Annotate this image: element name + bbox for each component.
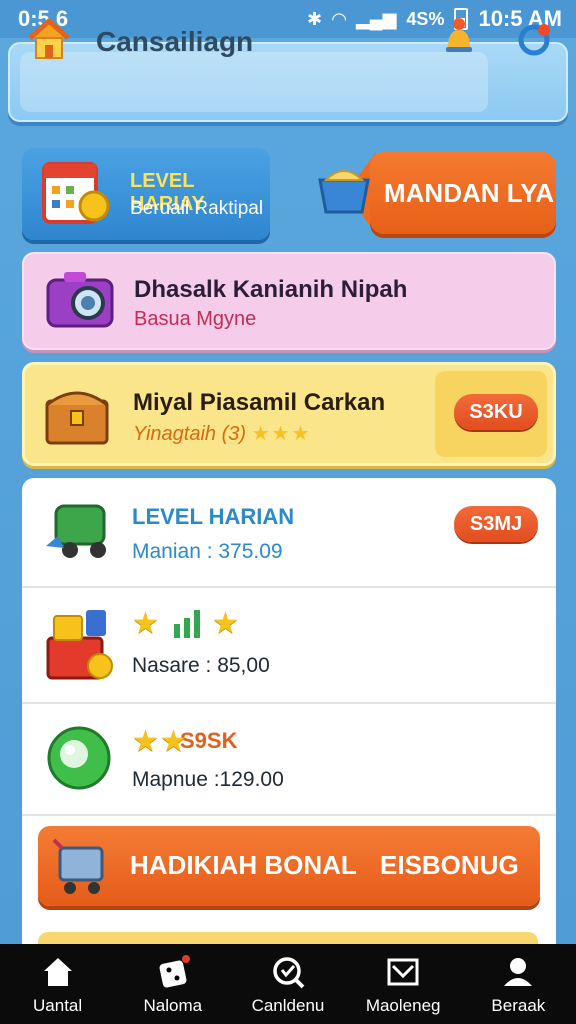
level-card-subtitle: Beruail Raktipal (130, 198, 264, 219)
yellow-card-badge-text: S3KU (469, 400, 523, 423)
calendar-icon (42, 162, 110, 224)
star-icon: ★ (212, 607, 239, 640)
bluetooth-icon: ✱ (307, 8, 323, 29)
star-icon: ★ (160, 725, 187, 758)
nav-item-dice[interactable]: Naloma (118, 944, 228, 1024)
nav-item-search[interactable]: Canldenu (233, 944, 343, 1024)
nav-item-label: Beraak (491, 996, 546, 1015)
nav-item-mail[interactable]: Maoleneg (348, 944, 458, 1024)
nav-item-label: Naloma (143, 996, 203, 1015)
dice-icon (159, 955, 190, 988)
star-icon: ★ (132, 725, 159, 758)
list-item-value: Manian : 375.09 (132, 540, 283, 563)
list-item-value: Mapnue :129.00 (132, 768, 284, 791)
home-icon (43, 958, 72, 986)
nav-item-profile[interactable]: Beraak (463, 944, 573, 1024)
yellow-card-title: Miyal Piasamil Carkan (133, 389, 386, 416)
app-title: Cansailiagn (96, 26, 254, 57)
list-item-title: LEVEL HARIAN (132, 504, 295, 529)
reward-list: LEVEL HARIAN Manian : 375.09 Nasare : 85… (22, 478, 556, 944)
battery-percent: 4S% (406, 8, 445, 29)
pink-card-title: Dhasalk Kanianih Nipah (134, 276, 408, 303)
app-header (8, 42, 568, 122)
nav-item-home[interactable]: Uantal (3, 944, 113, 1024)
mail-icon (387, 958, 419, 986)
bonus-banner[interactable]: HADIKIAH BONAL EISBONUG (38, 826, 540, 906)
mandan-button-label: MANDAN LYA (384, 177, 554, 208)
star-icons: ★★★ (251, 423, 312, 445)
pink-card-subtitle: Basua Mgyne (134, 308, 257, 330)
list-item-badge-text: S9SK (180, 728, 238, 753)
trolley-icon (46, 504, 106, 558)
refresh-icon[interactable] (516, 22, 552, 58)
profile-icon (504, 958, 533, 986)
cart-icon (52, 838, 104, 894)
bonus-banner-left-text: HADIKIAH BONAL (130, 850, 357, 880)
nav-item-label: Canldenu (251, 996, 325, 1015)
star-rating: ★★★ (252, 423, 312, 445)
yellow-card-subtitle: Yinagtaih (3) ★★★ (133, 421, 311, 446)
status-bar: 0:5 6 ✱ ◠ ▂▄▆ 4S% 10:5 AM (0, 0, 576, 38)
bonus-banner-right-text: EISBONUG (380, 850, 519, 880)
mandan-button[interactable]: MANDAN LYA (370, 152, 556, 234)
level-card[interactable]: LEVEL HARIAY Beruail Raktipal (22, 148, 270, 240)
notification-icon[interactable] (444, 16, 474, 58)
pink-card[interactable]: Dhasalk Kanianih Nipah Basua Mgyne (22, 252, 556, 350)
yellow-card-subtitle-text: Yinagtaih (3) (133, 423, 247, 445)
yellow-card-badge[interactable]: S3KU (454, 394, 538, 430)
globe-icon (47, 726, 111, 790)
signal-icon: ▂▄▆ (355, 8, 397, 29)
wifi-icon: ◠ (332, 8, 346, 29)
list-item-value: Nasare : 85,00 (132, 654, 270, 677)
nav-item-label: Maoleneg (365, 996, 441, 1015)
treasure-box-icon (318, 170, 370, 214)
bar-chart-icon (174, 610, 200, 638)
home-icon[interactable] (26, 16, 72, 62)
bottom-navigation: Uantal Naloma Canldenu Maoleneg Beraak (0, 944, 576, 1024)
header-title-bar (20, 52, 488, 112)
list-item-badge-text: S3MJ (469, 512, 523, 535)
camera-icon (46, 272, 114, 328)
list-item-badge[interactable]: S3MJ (454, 506, 538, 542)
chest-icon (45, 391, 109, 445)
search-icon (273, 957, 305, 989)
nav-item-label: Uantal (33, 996, 83, 1015)
gift-basket-icon (46, 610, 113, 680)
star-icon: ★ (132, 607, 159, 640)
